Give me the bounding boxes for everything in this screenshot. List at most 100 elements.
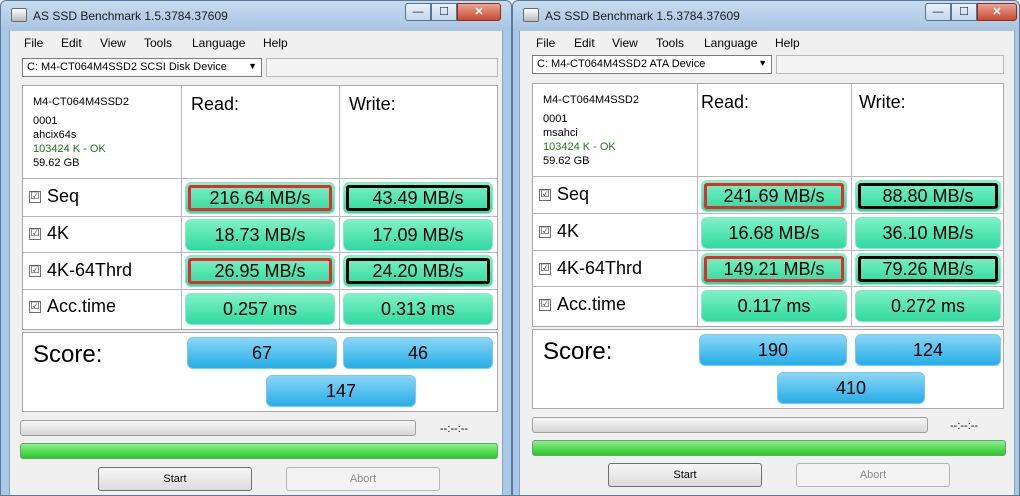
score-label: Score: [543,338,613,365]
drive-dropdown-extension [266,58,498,77]
4k64-write-value: 24.20 MB/s [343,255,493,287]
seq-write-value: 43.49 MB/s [343,182,493,214]
menu-bar: File Edit View Tools Language Help [520,31,1014,53]
title-bar[interactable]: AS SSD Benchmark 1.5.3784.37609 — ☐ ✕ [1,1,511,31]
seq-read-value: 216.64 MB/s [185,182,335,214]
acctime-checkbox[interactable]: ☑ [29,301,41,313]
start-button[interactable]: Start [608,463,762,487]
menu-file[interactable]: File [24,36,43,50]
menu-language[interactable]: Language [192,36,245,50]
maximize-button[interactable]: ☐ [951,3,977,21]
drive-capacity: 59.62 GB [543,155,590,167]
row-label-seq: Seq [557,184,590,204]
benchmark-window-right: AS SSD Benchmark 1.5.3784.37609 — ☐ ✕ Fi… [512,0,1020,496]
write-header: Write: [859,92,906,112]
drive-driver: ahcix64s [33,129,77,141]
4k64-read-value: 149.21 MB/s [701,253,847,285]
4k64-write-value: 79.26 MB/s [855,253,1001,285]
acctime-write-value: 0.272 ms [855,290,1001,322]
alignment-status: 103424 K - OK [33,143,106,155]
window-title: AS SSD Benchmark 1.5.3784.37609 [33,9,228,23]
chevron-down-icon: ▼ [758,58,767,68]
4k-read-value: 18.73 MB/s [185,219,335,251]
score-total-value: 410 [777,372,925,404]
window-client: File Edit View Tools Language Help C: M4… [519,31,1015,495]
results-panel: M4-CT064M4SSD2 0001 ahcix64s 103424 K - … [22,85,498,330]
benchmark-window-left: AS SSD Benchmark 1.5.3784.37609 — ☐ ✕ Fi… [0,0,512,496]
abort-button[interactable]: Abort [286,467,440,491]
drive-firmware: 0001 [33,115,58,127]
menu-tools[interactable]: Tools [656,36,684,50]
menu-help[interactable]: Help [775,36,800,50]
drive-dropdown-value: C: M4-CT064M4SSD2 SCSI Disk Device [27,61,227,73]
close-button[interactable]: ✕ [457,3,501,21]
start-button[interactable]: Start [98,467,252,491]
menu-edit[interactable]: Edit [61,36,82,50]
4k-checkbox[interactable]: ☑ [29,228,41,240]
menu-edit[interactable]: Edit [574,36,595,50]
menu-bar: File Edit View Tools Language Help [10,31,502,53]
4k-write-value: 36.10 MB/s [855,217,1001,249]
minimize-button[interactable]: — [925,3,951,21]
read-header: Read: [701,92,750,112]
read-header: Read: [191,94,240,114]
chevron-down-icon: ▼ [248,61,257,71]
results-panel: M4-CT064M4SSD2 0001 msahci 103424 K - OK… [532,83,1004,327]
menu-tools[interactable]: Tools [144,36,172,50]
menu-language[interactable]: Language [704,36,757,50]
acctime-write-value: 0.313 ms [343,293,493,325]
row-label-acctime: Acc.time [47,296,117,316]
score-read-value: 190 [699,334,847,366]
4k64-read-value: 26.95 MB/s [185,255,335,287]
seq-write-value: 88.80 MB/s [855,180,1001,212]
progress-bar [20,420,416,436]
score-panel: Score: 190 124 410 [532,329,1004,409]
drive-dropdown[interactable]: C: M4-CT064M4SSD2 ATA Device ▼ [532,55,772,74]
score-total-value: 147 [266,375,416,407]
minimize-button[interactable]: — [405,3,431,21]
menu-file[interactable]: File [536,36,555,50]
row-label-acctime: Acc.time [557,294,627,314]
row-label-4k64thrd: 4K-64Thrd [47,260,133,280]
close-button[interactable]: ✕ [977,3,1017,21]
seq-checkbox[interactable]: ☑ [539,189,551,201]
abort-button[interactable]: Abort [796,463,950,487]
window-client: File Edit View Tools Language Help C: M4… [9,31,503,495]
drive-dropdown-extension [776,55,1004,74]
drive-dropdown-value: C: M4-CT064M4SSD2 ATA Device [537,58,706,70]
progress-bar [532,417,928,433]
4k64-checkbox[interactable]: ☑ [539,263,551,275]
score-read-value: 67 [187,337,337,369]
4k64-checkbox[interactable]: ☑ [29,265,41,277]
elapsed-time: --:--:-- [950,420,979,432]
row-label-seq: Seq [47,186,80,206]
app-icon [523,8,539,22]
4k-write-value: 17.09 MB/s [343,219,493,251]
drive-model: M4-CT064M4SSD2 [543,94,639,106]
drive-model: M4-CT064M4SSD2 [33,96,129,108]
menu-view[interactable]: View [612,36,638,50]
drive-firmware: 0001 [543,113,568,125]
row-label-4k: 4K [557,221,580,241]
acctime-read-value: 0.117 ms [701,290,847,322]
title-bar[interactable]: AS SSD Benchmark 1.5.3784.37609 — ☐ ✕ [513,1,1019,31]
write-header: Write: [349,94,396,114]
score-write-value: 46 [343,337,493,369]
window-title: AS SSD Benchmark 1.5.3784.37609 [545,9,740,23]
maximize-button[interactable]: ☐ [431,3,457,21]
row-label-4k64thrd: 4K-64Thrd [557,258,643,278]
4k-read-value: 16.68 MB/s [701,217,847,249]
seq-checkbox[interactable]: ☑ [29,191,41,203]
drive-dropdown[interactable]: C: M4-CT064M4SSD2 SCSI Disk Device ▼ [22,58,262,77]
drive-capacity: 59.62 GB [33,157,80,169]
alignment-status: 103424 K - OK [543,141,616,153]
acctime-read-value: 0.257 ms [185,293,335,325]
row-label-4k: 4K [47,223,70,243]
acctime-checkbox[interactable]: ☑ [539,299,551,311]
status-bar [20,443,498,459]
score-label: Score: [33,341,103,368]
4k-checkbox[interactable]: ☑ [539,226,551,238]
menu-help[interactable]: Help [263,36,288,50]
drive-driver: msahci [543,127,578,139]
menu-view[interactable]: View [100,36,126,50]
